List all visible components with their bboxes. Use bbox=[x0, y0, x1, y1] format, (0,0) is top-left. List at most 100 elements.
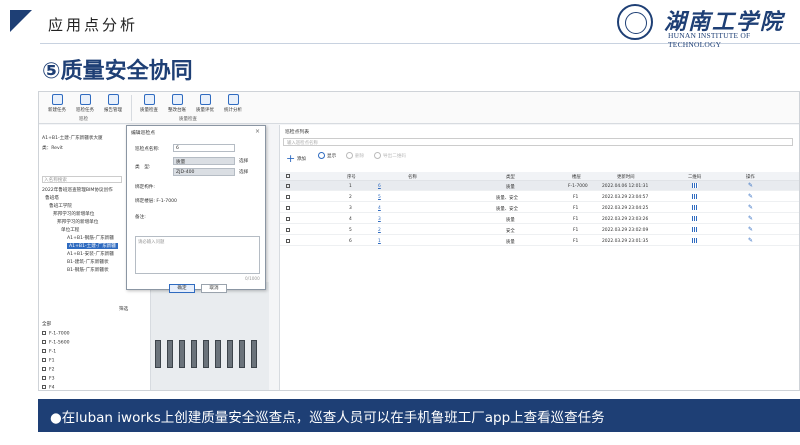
edit-pencil-icon[interactable]: ✎ bbox=[748, 237, 753, 244]
table-header: 序号 名称 类型 楼层 更新时间 二维码 操作 bbox=[280, 172, 799, 181]
confirm-button[interactable]: 确定 bbox=[169, 284, 195, 293]
folder-icon bbox=[199, 94, 211, 105]
floor-checkbox[interactable]: F-1-7000 bbox=[42, 331, 70, 337]
tree-item[interactable]: 单位工程 bbox=[61, 227, 79, 233]
list-search-input[interactable]: 输入巡检点名称 bbox=[283, 138, 793, 146]
floor-checkbox[interactable]: F3 bbox=[42, 376, 55, 382]
table-row[interactable]: 2 5 质量、安全 F1 2022.03.29 23:04:57 ✎ bbox=[280, 192, 799, 202]
ribbon-evaluate-button[interactable]: 质量评优 bbox=[191, 94, 219, 114]
edit-pencil-icon[interactable]: ✎ bbox=[748, 226, 753, 233]
row-name-link[interactable]: 6 bbox=[378, 184, 381, 189]
row-name-link[interactable]: 3 bbox=[378, 217, 381, 222]
col-qr: 二维码 bbox=[688, 175, 702, 180]
qr-code-icon[interactable] bbox=[692, 183, 698, 190]
tree-search-input[interactable]: 入名称搜索 bbox=[42, 176, 122, 183]
floor-label: 绑定楼层: F-1-7000 bbox=[135, 199, 177, 204]
row-checkbox bbox=[286, 239, 290, 243]
component-label: 绑定构件: bbox=[135, 185, 155, 190]
ribbon-group-quality: 质量检查 bbox=[179, 117, 197, 122]
table-row[interactable]: 3 4 质量、安全 F1 2022.03.29 23:04:25 ✎ bbox=[280, 203, 799, 213]
tree-item[interactable]: 邦邦学习的新增单位 bbox=[53, 211, 94, 217]
tree-item[interactable]: A1+B1-安装-广东新疆 bbox=[67, 251, 114, 257]
floor-checkbox[interactable]: F1 bbox=[42, 358, 55, 364]
qr-code-icon[interactable] bbox=[692, 194, 698, 201]
checklist-header: 全部 bbox=[42, 322, 52, 327]
header-title: 应用点分析 bbox=[48, 16, 139, 34]
delete-button[interactable]: 删除 bbox=[346, 152, 364, 159]
export-qr-button[interactable]: 导出二维码 bbox=[374, 152, 406, 159]
qr-code-icon[interactable] bbox=[692, 227, 698, 234]
eye-icon bbox=[318, 152, 325, 159]
caption-text: ●在luban iworks上创建质量安全巡查点，巡查人员可以在手机鲁班工厂ap… bbox=[50, 410, 605, 426]
bim-model-viewport[interactable] bbox=[151, 282, 269, 390]
col-type: 类型 bbox=[506, 175, 515, 180]
trash-icon bbox=[346, 152, 353, 159]
name-input[interactable]: 6 bbox=[173, 144, 235, 152]
list-title: 巡检点列表 bbox=[285, 130, 309, 135]
row-name-link[interactable]: 1 bbox=[378, 239, 381, 244]
dialog-close-icon[interactable]: × bbox=[255, 128, 260, 135]
floor-checkbox[interactable]: F2 bbox=[42, 367, 55, 373]
edit-pencil-icon[interactable]: ✎ bbox=[748, 215, 753, 222]
qr-code-icon[interactable] bbox=[692, 238, 698, 245]
checkbox-icon bbox=[42, 358, 46, 362]
model-column bbox=[179, 340, 185, 368]
table-row[interactable]: 1 6 质量 F-1-7000 2022.04.06 12:01:31 ✎ bbox=[280, 181, 799, 191]
qr-code-icon[interactable] bbox=[692, 205, 698, 212]
ribbon-stats-button[interactable]: 统计分析 bbox=[219, 94, 247, 114]
tree-item[interactable]: B1-钢筋-广东新疆状 bbox=[67, 267, 109, 273]
edit-pencil-icon[interactable]: ✎ bbox=[748, 204, 753, 211]
row-name-link[interactable]: 5 bbox=[378, 195, 381, 200]
type-pick-button-1[interactable]: 选择 bbox=[239, 158, 248, 164]
tree-item[interactable]: B1-建筑-广东新疆状 bbox=[67, 259, 109, 265]
col-name: 名称 bbox=[408, 175, 417, 180]
inspection-point-list-panel: 巡检点列表 输入巡检点名称 + 添加 显示 删除 导出二维码 序号 名称 类型 … bbox=[279, 125, 799, 390]
type-label: 类 型: bbox=[135, 165, 151, 170]
table-row[interactable]: 4 3 质量 F1 2022.03.29 23:03:26 ✎ bbox=[280, 214, 799, 224]
remark-label: 备注: bbox=[135, 215, 146, 220]
tree-item[interactable]: 鲁班塔 bbox=[45, 195, 59, 201]
row-checkbox bbox=[286, 206, 290, 210]
floor-checkbox[interactable]: F-1 bbox=[42, 349, 56, 355]
floor-checkbox[interactable]: F4 bbox=[42, 385, 55, 390]
new-task-icon bbox=[51, 94, 63, 105]
add-button[interactable]: + 添加 bbox=[286, 152, 306, 165]
model-column bbox=[203, 340, 209, 368]
ribbon-inspect-task-button[interactable]: 巡检任务 bbox=[71, 94, 99, 114]
ribbon: 新建任务 巡检任务 报告管理 质量检查 整改台账 质量评优 统计分析 巡检 质量… bbox=[39, 92, 799, 124]
luban-app-window: 新建任务 巡检任务 报告管理 质量检查 整改台账 质量评优 统计分析 巡检 质量… bbox=[38, 91, 800, 391]
type-pick-button-2[interactable]: 选择 bbox=[239, 169, 248, 175]
floor-checkbox[interactable]: F-1-5600 bbox=[42, 340, 70, 346]
dialog-title: 编辑巡检点 bbox=[131, 131, 155, 136]
edit-pencil-icon[interactable]: ✎ bbox=[748, 182, 753, 189]
row-name-link[interactable]: 4 bbox=[378, 206, 381, 211]
select-all-checkbox[interactable] bbox=[286, 174, 293, 180]
model-column bbox=[227, 340, 233, 368]
cancel-button[interactable]: 取消 bbox=[201, 284, 227, 293]
ribbon-new-task-button[interactable]: 新建任务 bbox=[43, 94, 71, 114]
table-row[interactable]: 5 2 安全 F1 2022.03.29 23:02:09 ✎ bbox=[280, 225, 799, 235]
ribbon-report-button[interactable]: 报告管理 bbox=[99, 94, 127, 114]
ribbon-rectify-button[interactable]: 整改台账 bbox=[163, 94, 191, 114]
ribbon-quality-check-button[interactable]: 质量检查 bbox=[135, 94, 163, 114]
slide: 应用点分析 湖南工学院 HUNAN INSTITUTE OF TECHNOLOG… bbox=[0, 0, 800, 445]
qr-code-icon[interactable] bbox=[692, 216, 698, 223]
upload-icon bbox=[374, 152, 381, 159]
row-name-link[interactable]: 2 bbox=[378, 228, 381, 233]
edit-pencil-icon[interactable]: ✎ bbox=[748, 193, 753, 200]
tree-model[interactable]: A1+B1-土建-广东新疆状大厦 bbox=[42, 135, 103, 141]
tree-item[interactable]: 2022年鲁班巡查管理BIM协议创作 bbox=[42, 187, 113, 193]
tree-item[interactable]: 邦邦学习的新增单位 bbox=[57, 219, 98, 225]
tree-item[interactable]: 鲁班工学院 bbox=[49, 203, 72, 209]
type-field-2: ZJD-400 bbox=[173, 168, 235, 176]
checkbox-icon bbox=[42, 367, 46, 371]
table-row[interactable]: 6 1 质量 F1 2022.03.29 23:01:35 ✎ bbox=[280, 236, 799, 246]
filter-label[interactable]: 筛选 bbox=[119, 306, 128, 312]
remark-textarea[interactable]: 请必输入问题 bbox=[135, 236, 260, 274]
model-column bbox=[155, 340, 161, 368]
remark-counter: 0/1000 bbox=[245, 276, 260, 281]
tree-item[interactable]: A1+B1-钢筋-广东新疆 bbox=[67, 235, 114, 241]
checkbox-icon bbox=[42, 376, 46, 380]
tree-item-selected[interactable]: A1+B1-土建-广东新疆 bbox=[67, 243, 118, 249]
show-button[interactable]: 显示 bbox=[318, 152, 336, 159]
